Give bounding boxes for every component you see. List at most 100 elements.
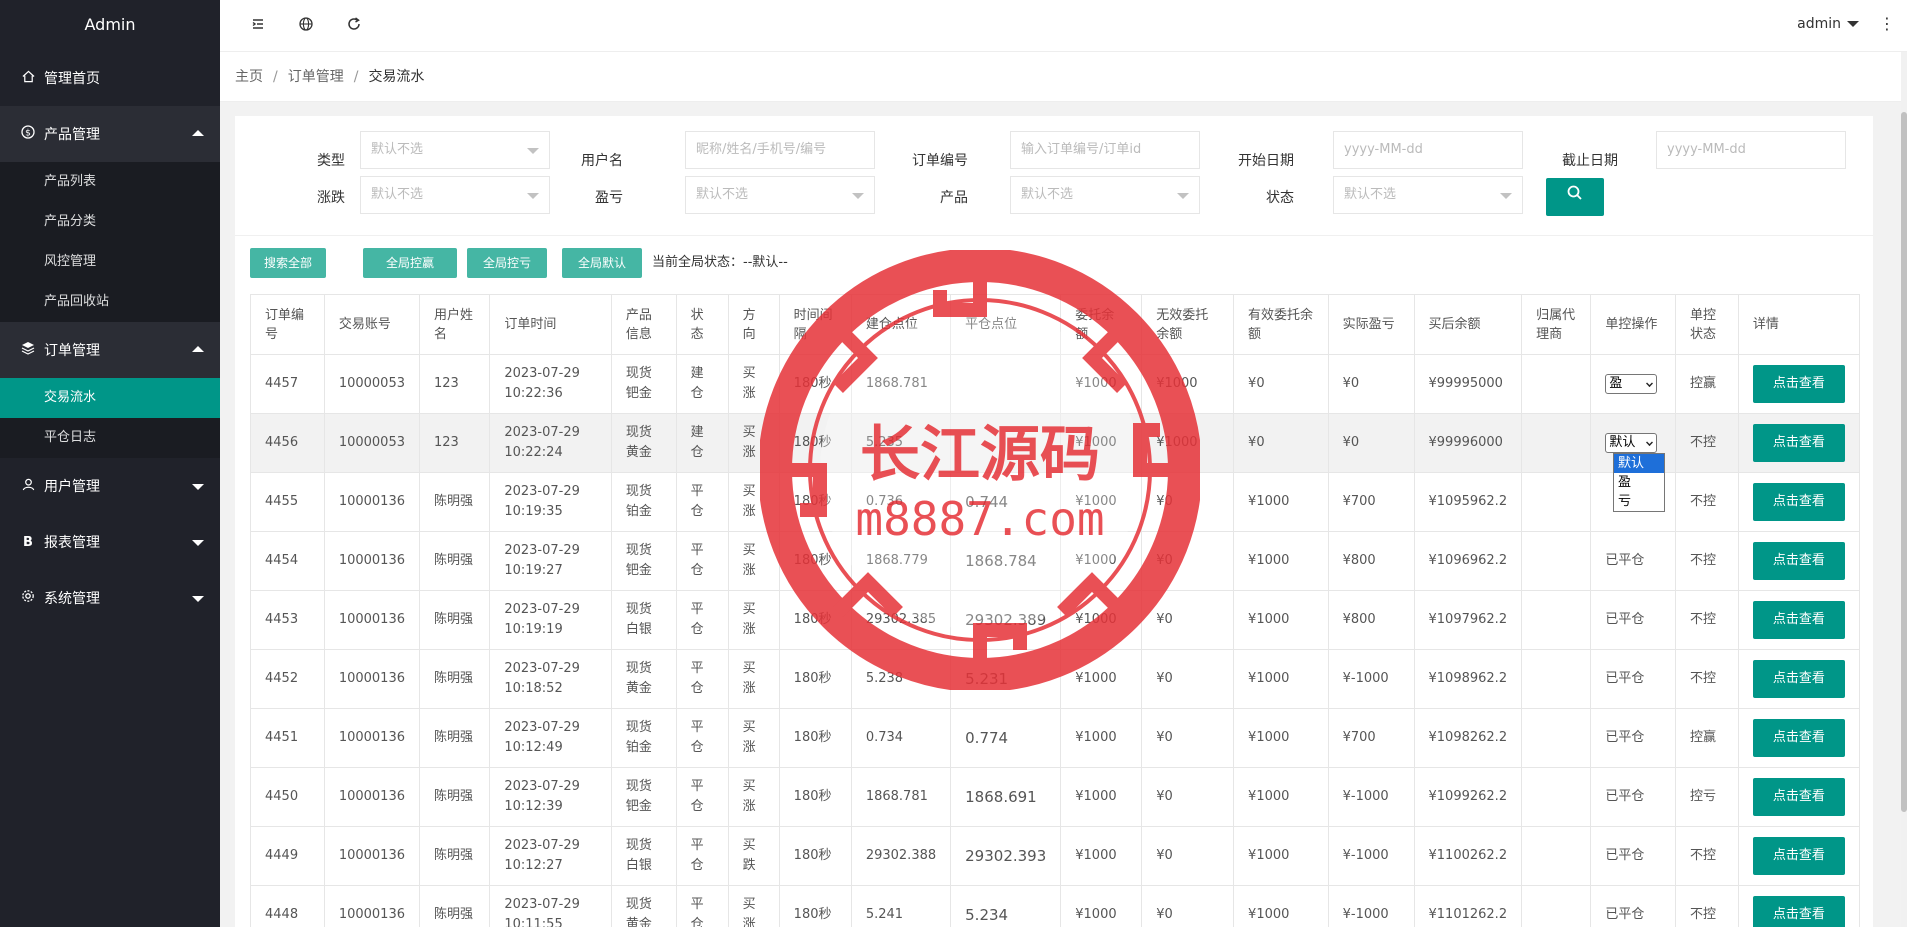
- dropdown-option[interactable]: 亏: [1614, 492, 1664, 511]
- sidebar-item-product-list[interactable]: 产品列表: [0, 162, 220, 202]
- view-detail-button[interactable]: 点击查看: [1752, 896, 1845, 927]
- cell-status: 平仓: [675, 472, 729, 532]
- sidebar-item-reports[interactable]: B 报表管理: [0, 514, 220, 570]
- cell-interval: 180秒: [778, 413, 852, 473]
- cell-ctrl-op: 盈: [1590, 354, 1676, 414]
- cell-detail: 点击查看: [1737, 708, 1861, 768]
- cell-time: 2023-07-29 10:12:39: [489, 767, 612, 827]
- view-detail-button[interactable]: 点击查看: [1752, 778, 1845, 816]
- cell-agent: [1521, 590, 1592, 650]
- type-select[interactable]: 默认不选: [360, 131, 550, 169]
- cell-interval: 180秒: [778, 767, 852, 827]
- global-default-button[interactable]: 全局默认: [562, 248, 642, 278]
- placeholder: 默认不选: [696, 187, 749, 202]
- sidebar-item-home[interactable]: 管理首页: [0, 50, 220, 106]
- order-no-input[interactable]: 输入订单编号/订单id: [1010, 131, 1200, 169]
- view-detail-button[interactable]: 点击查看: [1752, 719, 1845, 757]
- global-win-button[interactable]: 全局控赢: [363, 248, 457, 278]
- cell-ctrl-op: 已平仓: [1590, 708, 1676, 768]
- user-menu[interactable]: admin: [1797, 16, 1859, 32]
- cell-valid: ¥1000: [1233, 590, 1329, 650]
- filter-label-order-no: 订单编号: [912, 153, 968, 169]
- chevron-down-icon: [1847, 21, 1859, 27]
- search-button[interactable]: [1546, 178, 1604, 216]
- ctrl-select-value: 默认: [1609, 435, 1636, 450]
- cell-open: 5.238: [850, 649, 952, 709]
- cell-status: 平仓: [675, 826, 729, 886]
- ctrl-select[interactable]: 盈: [1605, 374, 1658, 394]
- cell-after: ¥1098962.2: [1413, 649, 1523, 709]
- cell-open: 5.241: [850, 885, 952, 927]
- cell-acct: 10000136: [323, 708, 420, 768]
- sidebar-item-risk-control[interactable]: 风控管理: [0, 242, 220, 282]
- view-detail-button[interactable]: 点击查看: [1752, 837, 1845, 875]
- breadcrumb-home[interactable]: 主页: [235, 69, 263, 85]
- view-detail-button[interactable]: 点击查看: [1752, 542, 1845, 580]
- cell-pnl: ¥700: [1327, 472, 1415, 532]
- sidebar-item-products[interactable]: $ 产品管理: [0, 106, 220, 162]
- cell-amount: ¥1000: [1060, 708, 1143, 768]
- sidebar-item-trade-flow[interactable]: 交易流水: [0, 378, 220, 418]
- search-all-button[interactable]: 搜索全部: [250, 248, 327, 278]
- global-lose-button[interactable]: 全局控亏: [467, 248, 547, 278]
- cell-time: 2023-07-29 10:18:52: [489, 649, 612, 709]
- sidebar-submenu-products: 产品列表 产品分类 风控管理 产品回收站: [0, 162, 220, 322]
- breadcrumb-section[interactable]: 订单管理: [288, 69, 344, 85]
- menu-fold-icon[interactable]: [248, 16, 268, 36]
- refresh-icon[interactable]: [344, 16, 364, 36]
- sidebar-item-label: 管理首页: [44, 71, 100, 87]
- orders-table: 订单编号 交易账号 用户姓名 订单时间 产品信息 状态 方向 时间间隔 建仓点位 平仓点位 委托余额…: [250, 294, 1861, 927]
- view-detail-button[interactable]: 点击查看: [1752, 365, 1845, 403]
- cell-agent: [1521, 413, 1592, 473]
- sidebar-item-product-recycle[interactable]: 产品回收站: [0, 282, 220, 322]
- view-detail-button[interactable]: 点击查看: [1752, 424, 1845, 462]
- chevron-down-icon: [1177, 193, 1189, 199]
- view-detail-button[interactable]: 点击查看: [1752, 483, 1845, 521]
- sidebar-item-product-category[interactable]: 产品分类: [0, 202, 220, 242]
- ctrl-dropdown-list[interactable]: 默认盈亏: [1613, 453, 1665, 512]
- filter-form: 类型 默认不选 用户名 昵称/姓名/手机号/编号 订单编号 输入订单编号/订单i…: [235, 116, 1873, 236]
- page-scrollbar[interactable]: [1901, 52, 1907, 927]
- end-date-input[interactable]: yyyy-MM-dd: [1656, 131, 1846, 169]
- view-detail-button[interactable]: 点击查看: [1752, 660, 1845, 698]
- start-date-input[interactable]: yyyy-MM-dd: [1333, 131, 1523, 169]
- status-select[interactable]: 默认不选: [1333, 176, 1523, 214]
- cell-ctrl-op: 已平仓: [1590, 590, 1676, 650]
- cell-pnl: ¥0: [1327, 354, 1415, 414]
- scrollbar-thumb[interactable]: [1901, 112, 1907, 812]
- chevron-down-icon: [1500, 193, 1512, 199]
- dropdown-option[interactable]: 默认: [1614, 454, 1664, 473]
- breadcrumb: 主页 / 订单管理 / 交易流水: [220, 52, 1907, 102]
- cell-time: 2023-07-29 10:12:27: [489, 826, 612, 886]
- product-select[interactable]: 默认不选: [1010, 176, 1200, 214]
- rise-fall-select[interactable]: 默认不选: [360, 176, 550, 214]
- cell-agent: [1521, 708, 1592, 768]
- profit-loss-select[interactable]: 默认不选: [685, 176, 875, 214]
- username-input[interactable]: 昵称/姓名/手机号/编号: [685, 131, 875, 169]
- view-detail-button[interactable]: 点击查看: [1752, 601, 1845, 639]
- cell-close: 0.744: [950, 472, 1062, 532]
- column-header: 方向: [727, 294, 780, 355]
- more-vertical-icon[interactable]: ⋮: [1879, 14, 1895, 33]
- cell-status: 建仓: [675, 413, 729, 473]
- cell-agent: [1521, 531, 1592, 591]
- dollar-icon: $: [20, 125, 36, 143]
- ctrl-select[interactable]: 默认: [1605, 433, 1658, 453]
- cell-valid: ¥0: [1233, 413, 1329, 473]
- chevron-down-icon: [527, 193, 539, 199]
- sidebar-item-orders[interactable]: 订单管理: [0, 322, 220, 378]
- sidebar-item-close-log[interactable]: 平仓日志: [0, 418, 220, 458]
- cell-acct: 10000136: [323, 472, 420, 532]
- sidebar-item-users[interactable]: 用户管理: [0, 458, 220, 514]
- cell-ctrl-op: 已平仓: [1590, 649, 1676, 709]
- cell-name: 陈明强: [418, 885, 491, 927]
- chevron-down-icon: [527, 148, 539, 154]
- dropdown-option[interactable]: 盈: [1614, 473, 1664, 492]
- cell-name: 陈明强: [418, 649, 491, 709]
- sidebar-item-system[interactable]: 系统管理: [0, 570, 220, 626]
- cell-name: 陈明强: [418, 531, 491, 591]
- cell-ctrl-op: 已平仓: [1590, 767, 1676, 827]
- chevron-down-icon: [1646, 380, 1654, 387]
- globe-icon[interactable]: [296, 16, 316, 36]
- filter-label-start-date: 开始日期: [1238, 153, 1294, 169]
